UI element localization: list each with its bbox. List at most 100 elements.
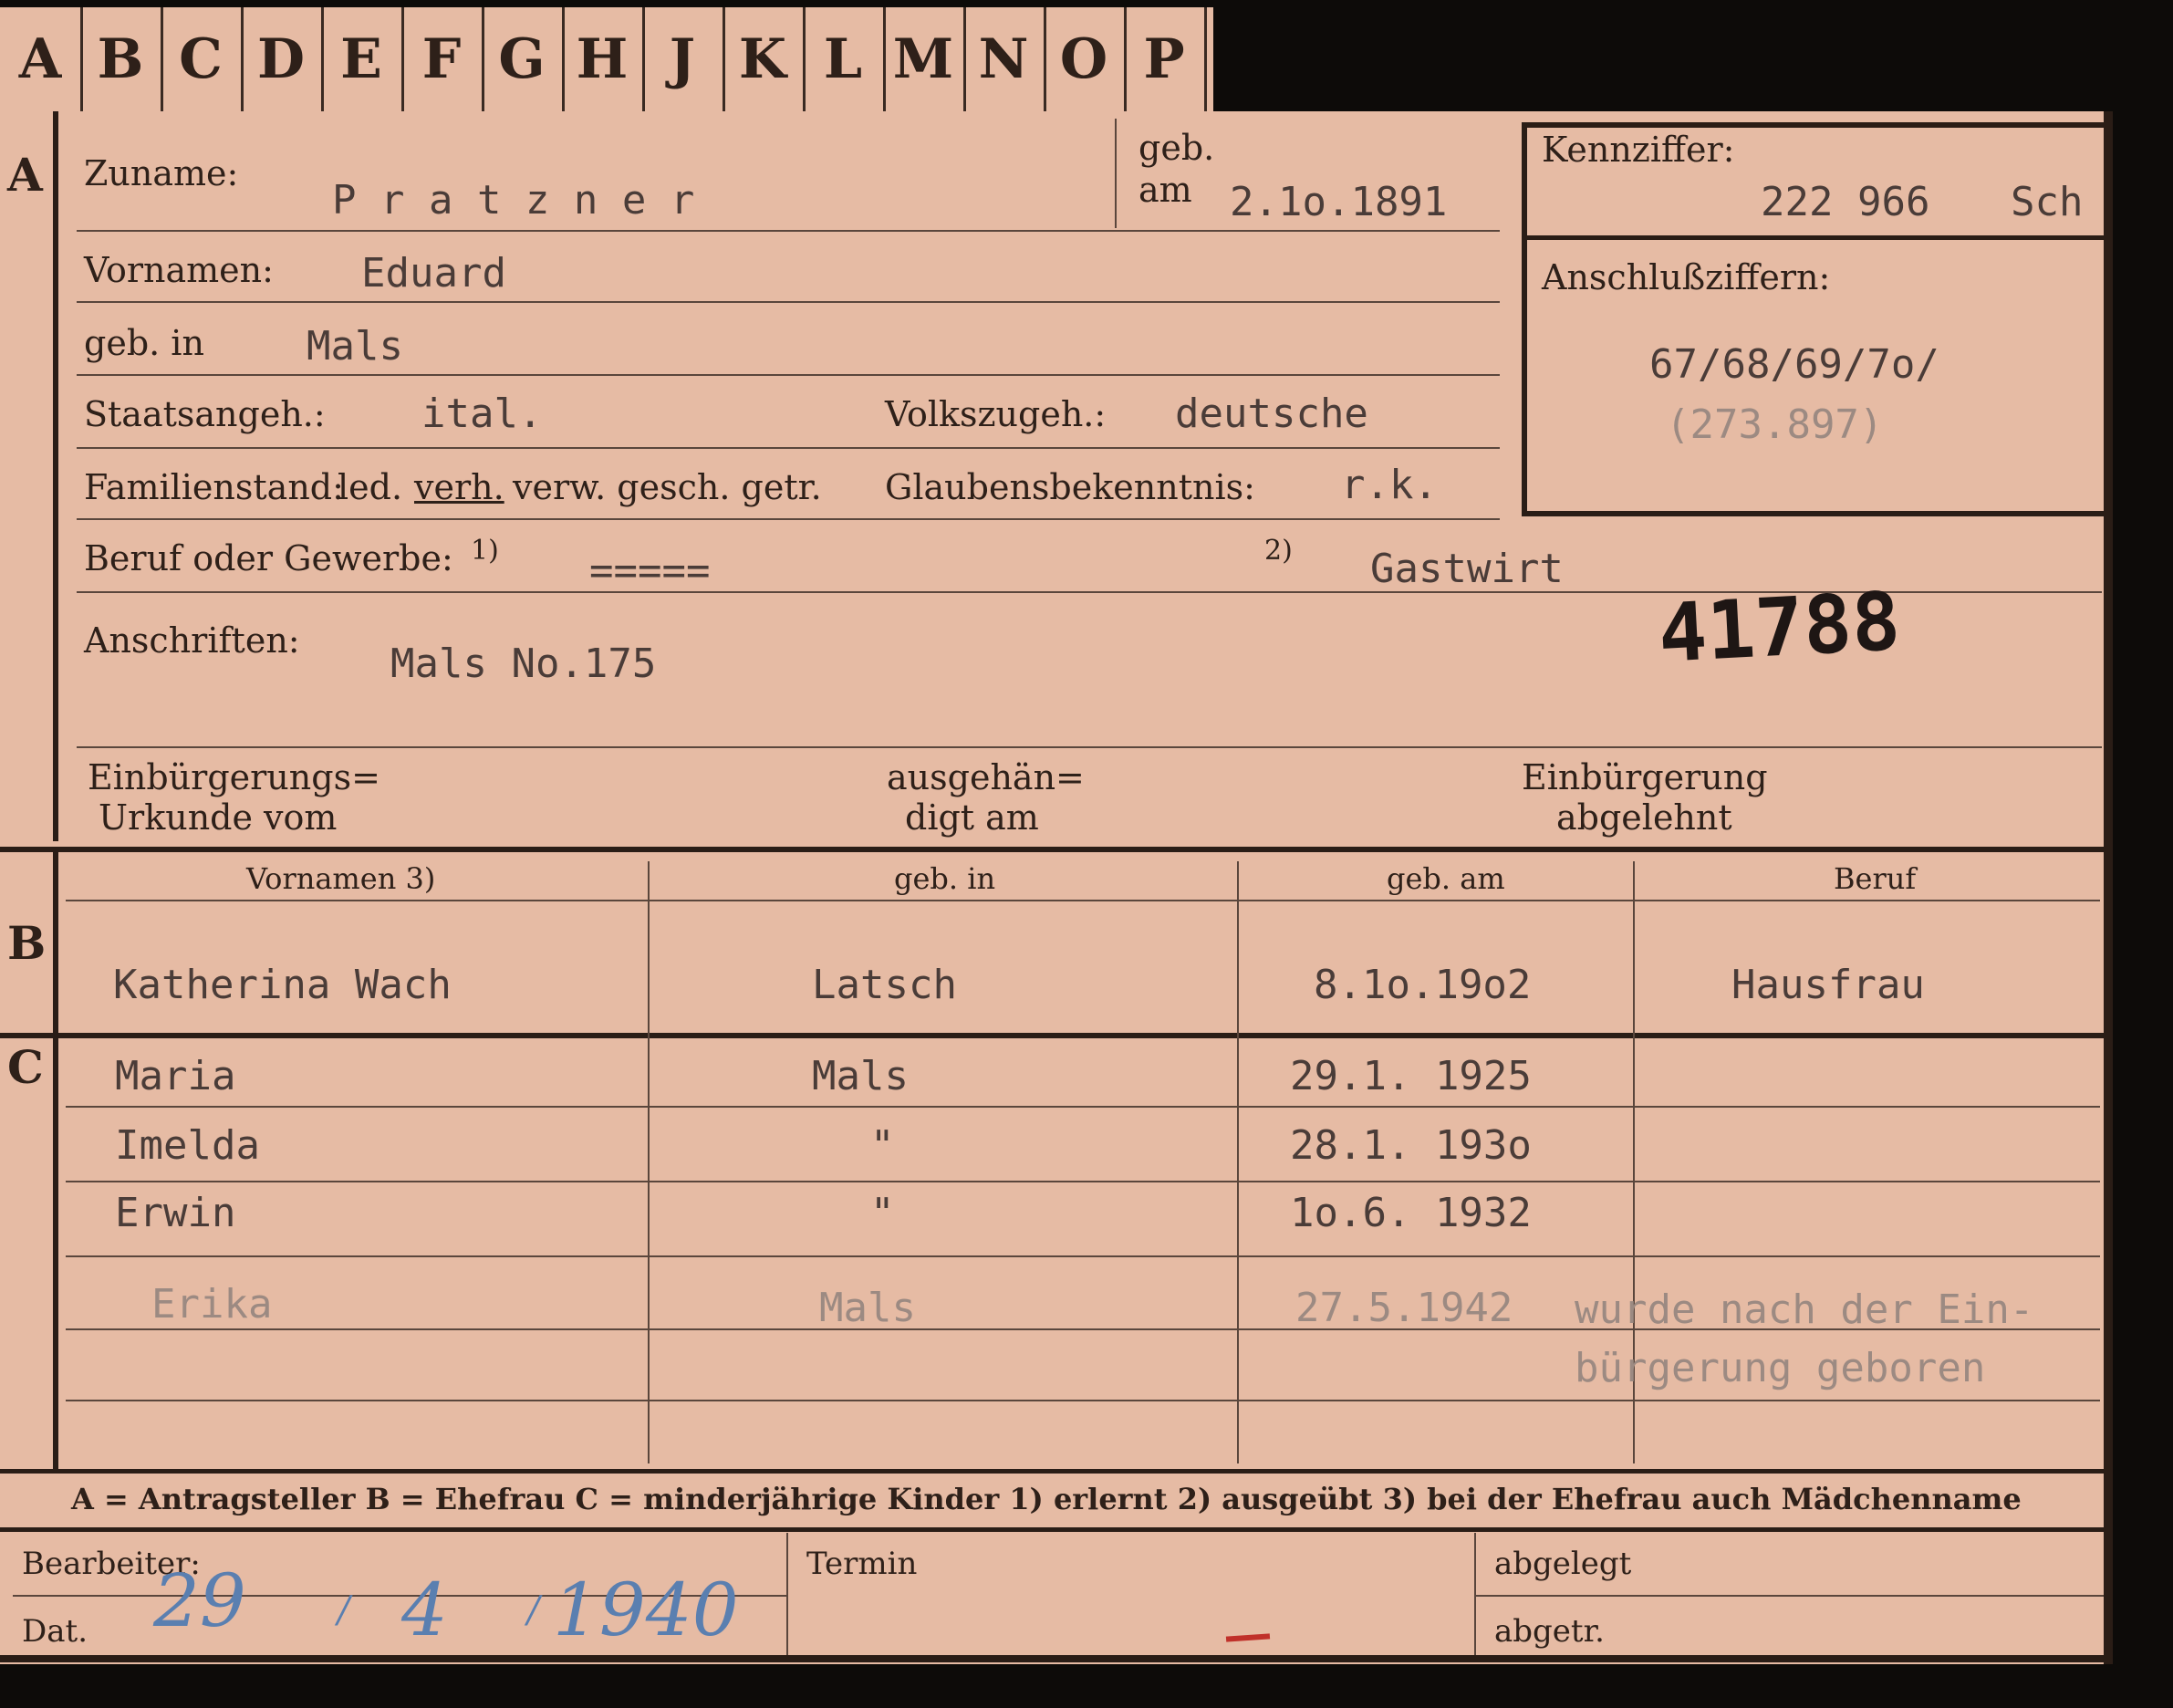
register-tab-b: B — [80, 7, 163, 111]
card-right-edge — [2104, 111, 2113, 1664]
staatsangeh-value: ital. — [421, 391, 543, 437]
einb-abgelehnt-label-line1: Einbürgerung — [1522, 757, 1768, 797]
kennziffer-divider — [1522, 235, 2105, 240]
beruf-value-ausgeuebt: Gastwirt — [1370, 546, 1564, 592]
rule-geb-in — [77, 374, 1500, 376]
card-bottom-rule — [0, 1655, 2113, 1662]
col-divider-1 — [648, 861, 650, 1463]
header-geb-am: geb. am — [1387, 861, 1505, 896]
handwritten-day: 29 — [153, 1558, 246, 1643]
beruf-note-2: 2) — [1264, 535, 1293, 567]
register-tab-m: M — [883, 7, 966, 111]
section-b-marker: B — [7, 916, 47, 970]
section-c-top-rule — [0, 1033, 2113, 1038]
familienstand-label: Familienstand: — [84, 467, 344, 507]
vornamen-label: Vornamen: — [84, 250, 274, 290]
ausgehaendigt-label-line2: digt am — [905, 797, 1039, 838]
header-beruf: Beruf — [1834, 861, 1917, 896]
familienstand-option-others: verw. gesch. getr. — [513, 467, 822, 507]
abgetr-label: abgetr. — [1494, 1613, 1605, 1650]
child-name-1: Maria — [115, 1053, 236, 1099]
child-name-2: Imelda — [115, 1122, 260, 1169]
header-vornamen: Vornamen 3) — [246, 861, 436, 896]
vornamen-value: Eduard — [361, 250, 506, 297]
anschluss-label: Anschlußziffern: — [1542, 257, 1831, 297]
ausgehaendigt-label-line1: ausgehän= — [887, 757, 1085, 797]
anschluss-value: 67/68/69/7o/ — [1649, 341, 1939, 388]
child-place-4: Mals — [819, 1285, 916, 1331]
child-note-line2: bürgerung geboren — [1575, 1345, 1986, 1391]
anschriften-label: Anschriften: — [84, 620, 300, 661]
register-tab-k: K — [723, 7, 806, 111]
rule-vornamen — [77, 301, 1500, 303]
zuname-label: Zuname: — [84, 153, 239, 193]
kennziffer-label: Kennziffer: — [1542, 130, 1735, 170]
handwritten-year: 1940 — [553, 1567, 739, 1652]
section-b-top-rule — [0, 847, 2113, 852]
register-tab-l: L — [803, 7, 886, 111]
anschriften-value: Mals No.175 — [390, 640, 657, 687]
footer-divider-1 — [786, 1533, 788, 1657]
register-tab-e: E — [321, 7, 404, 111]
date-slash-2: / — [527, 1589, 540, 1631]
rule-familienstand — [77, 518, 1500, 520]
child-row-rule-3 — [66, 1255, 2100, 1257]
am-label: am — [1138, 170, 1192, 210]
geb-label: geb. — [1138, 128, 1215, 168]
section-b-header-rule — [66, 900, 2100, 901]
geb-in-value: Mals — [307, 323, 403, 370]
rule-anschriften — [77, 746, 2102, 748]
anschluss-extra: (273.897) — [1666, 401, 1884, 448]
footer-abgelegt-rule — [1474, 1595, 2104, 1597]
register-tab-d: D — [241, 7, 324, 111]
volkszugeh-value: deutsche — [1175, 391, 1368, 437]
einb-urkunde-label-line2: Urkunde vom — [99, 797, 338, 838]
rule-zuname — [77, 230, 1500, 232]
legend-text: A = Antragsteller B = Ehefrau C = minder… — [71, 1482, 2022, 1516]
register-tab-o: O — [1044, 7, 1127, 111]
child-row-rule-1 — [66, 1106, 2100, 1108]
register-tab-h: H — [562, 7, 645, 111]
child-date-3: 1o.6. 1932 — [1290, 1190, 1532, 1236]
header-geb-in: geb. in — [894, 861, 996, 896]
staatsangeh-label: Staatsangeh.: — [84, 394, 326, 434]
kennziffer-suffix: Sch — [2011, 179, 2084, 225]
dat-label: Dat. — [22, 1613, 88, 1650]
date-slash-1: / — [338, 1589, 350, 1631]
spouse-name: Katherina Wach — [113, 962, 452, 1008]
section-a-marker: A — [7, 148, 43, 202]
child-row-rule-5 — [66, 1400, 2100, 1401]
register-tab-p: P — [1124, 7, 1207, 111]
familienstand-option-verh: verh. — [414, 467, 504, 507]
beruf-value-erlernt: ===== — [589, 547, 711, 594]
register-tab-g: G — [482, 7, 565, 111]
register-tab-c: C — [161, 7, 244, 111]
section-a-rule — [53, 111, 58, 841]
child-date-2: 28.1. 193o — [1290, 1122, 1532, 1169]
glaubens-value: r.k. — [1341, 462, 1438, 508]
section-c-marker: C — [7, 1040, 44, 1094]
child-note-line1: wurde nach der Ein- — [1575, 1286, 2034, 1333]
stamp-number: 41788 — [1656, 574, 1903, 681]
legend-bottom-rule — [0, 1527, 2113, 1532]
child-place-2: " — [870, 1122, 895, 1169]
register-tab-f: F — [401, 7, 484, 111]
geb-in-label: geb. in — [84, 323, 204, 363]
col-divider-2 — [1237, 861, 1239, 1463]
abgelegt-label: abgelegt — [1494, 1546, 1632, 1582]
spouse-place: Latsch — [812, 962, 957, 1008]
section-c-rule — [53, 1038, 58, 1469]
einb-urkunde-label-line1: Einbürgerungs= — [88, 757, 380, 797]
child-date-4: 27.5.1942 — [1295, 1285, 1513, 1331]
legend-top-rule — [0, 1469, 2113, 1474]
register-tab-j: J — [642, 7, 725, 111]
termin-label: Termin — [806, 1546, 918, 1582]
zuname-value: P r a t z n e r — [332, 177, 695, 224]
child-name-3: Erwin — [115, 1190, 236, 1236]
child-row-rule-2 — [66, 1181, 2100, 1182]
spouse-beruf: Hausfrau — [1731, 962, 1925, 1008]
handwritten-month: 4 — [401, 1567, 448, 1652]
child-place-3: " — [870, 1190, 895, 1236]
child-name-4: Erika — [151, 1281, 273, 1328]
register-tab-a: A — [0, 7, 83, 111]
